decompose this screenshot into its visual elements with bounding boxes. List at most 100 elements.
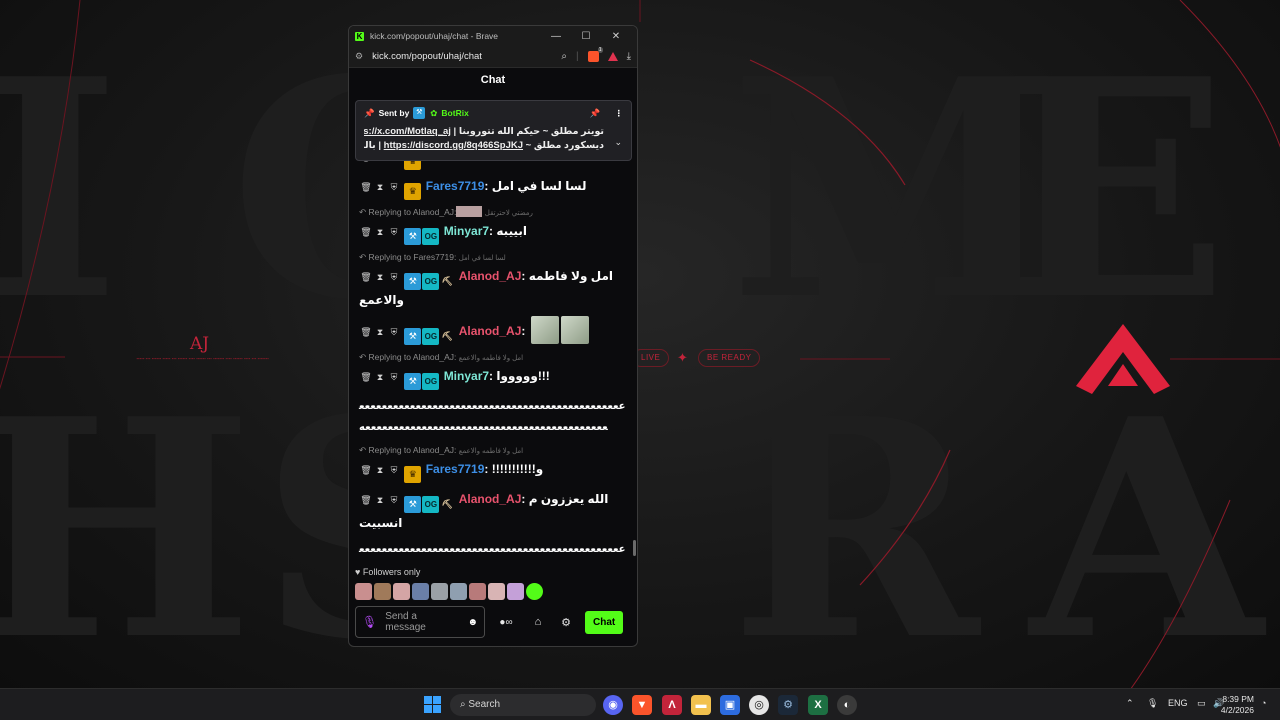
ban-icon[interactable]: ⛨: [387, 322, 401, 342]
chat-username[interactable]: Alanod_AJ: [459, 324, 522, 338]
language-indicator[interactable]: ENG: [1168, 698, 1188, 708]
reply-to-label: Replying to Alanod_AJ:: [368, 352, 457, 362]
chat-message-list[interactable]: 🗑⧗⛨ ♛ Fares7719 🗑⧗⛨ ♛ Fares7719: لسا لسا…: [349, 150, 637, 564]
timeout-icon[interactable]: ⧗: [373, 267, 387, 287]
clock[interactable]: 8:39 PM 4/2/2026: [1221, 694, 1254, 716]
chat-username[interactable]: Alanod_AJ: [459, 269, 522, 283]
ban-icon[interactable]: ⛨: [387, 490, 401, 510]
og-badge-icon: OG: [422, 273, 440, 290]
pinned-discord-link[interactable]: https://discord.gg/8q466SpJKJ: [384, 140, 523, 151]
delete-icon[interactable]: 🗑: [359, 460, 373, 480]
channel-points-icon[interactable]: ●∞: [491, 617, 521, 628]
avatar[interactable]: [355, 583, 372, 600]
send-chat-button[interactable]: Chat: [585, 610, 624, 634]
discord-icon[interactable]: ◉: [603, 695, 623, 715]
chat-username[interactable]: Minyar7: [444, 224, 489, 238]
avatar[interactable]: [526, 583, 543, 600]
avatar[interactable]: [431, 583, 448, 600]
ban-icon[interactable]: ⛨: [387, 177, 401, 197]
close-button[interactable]: ✕: [601, 31, 631, 42]
gear-icon[interactable]: ⚙: [555, 616, 577, 629]
avatar[interactable]: [469, 583, 486, 600]
reply-context[interactable]: ↶ Replying to Alanod_AJ: امل ولا فاطمه و…: [359, 351, 627, 365]
timeout-icon[interactable]: ⧗: [373, 222, 387, 242]
recent-viewers: [355, 583, 543, 600]
minimize-button[interactable]: —: [541, 31, 571, 42]
taskbar-search[interactable]: ⌕ Search: [450, 694, 596, 716]
moderator-badge-icon: ⚒: [404, 373, 422, 390]
brave-icon[interactable]: ▼: [632, 695, 652, 715]
file-explorer-icon[interactable]: ▬: [691, 695, 711, 715]
timeout-icon[interactable]: ⧗: [373, 177, 387, 197]
delete-icon[interactable]: 🗑: [359, 267, 373, 287]
chat-message: 🗑 ⧗ ⛨ ♛ Fares7719: لسا لسا في امل: [359, 176, 627, 200]
avatar[interactable]: [374, 583, 391, 600]
clock-date: 4/2/2026: [1220, 705, 1254, 715]
chat-message-text: ابييبه: [496, 224, 527, 238]
chevron-down-icon[interactable]: ⌄: [614, 137, 622, 148]
aj-small-caption: ▪▪▪▪▪ ▪▪▪ ▪▪▪▪▪▪ ▪▪▪▪▪ ▪▪▪ ▪▪▪▪▪▪ ▪▪▪▪ ▪…: [136, 356, 269, 361]
obs-icon[interactable]: ◎: [749, 695, 769, 715]
avatar[interactable]: [507, 583, 524, 600]
message-placeholder: Send a message: [385, 611, 426, 633]
emoji-icon[interactable]: ☻: [467, 617, 478, 628]
timeout-icon[interactable]: ⧗: [373, 322, 387, 342]
zoom-icon[interactable]: ⌕: [561, 51, 567, 62]
brave-rewards-icon[interactable]: [607, 52, 618, 61]
chevron-up-icon[interactable]: ⌃: [1126, 698, 1134, 709]
avatar[interactable]: [488, 583, 505, 600]
brave-shields-icon[interactable]: 1: [587, 47, 603, 62]
site-settings-icon[interactable]: ⚙: [355, 51, 363, 62]
maximize-button[interactable]: ☐: [571, 31, 601, 42]
microphone-icon[interactable]: 🎙: [362, 615, 377, 629]
chat-emote: [560, 316, 589, 344]
delete-icon[interactable]: 🗑: [359, 367, 373, 387]
avatar[interactable]: [450, 583, 467, 600]
notification-icon[interactable]: ◔: [1261, 698, 1266, 708]
download-icon[interactable]: ⤓: [627, 51, 631, 62]
message-input[interactable]: 🎙 Send a message ☻: [355, 606, 485, 638]
pinned-twitter-link[interactable]: https://x.com/Motlaq_aj: [364, 126, 451, 137]
chat-username[interactable]: Fares7719: [426, 179, 485, 193]
chat-input-bar: 🎙 Send a message ☻ ●∞ ⌂ ⚙ Chat: [355, 605, 635, 639]
ban-icon[interactable]: ⛨: [387, 222, 401, 242]
pinned-sender[interactable]: BotRix: [441, 108, 468, 118]
delete-icon[interactable]: 🗑: [359, 177, 373, 197]
chat-username[interactable]: Fares7719: [426, 462, 485, 476]
avatar[interactable]: [412, 583, 429, 600]
wallpaper-pill-be-ready: BE READY: [698, 349, 761, 367]
pinned-message[interactable]: 📌 Sent by ⚒ ✿ BotRix 📌 ⋮ تويتر مطلق ~ حي…: [355, 100, 632, 161]
chat-scrollbar[interactable]: [633, 540, 636, 556]
avatar[interactable]: [393, 583, 410, 600]
chrome-app-icon[interactable]: ◐: [837, 695, 857, 715]
apex-app-icon[interactable]: Λ: [662, 695, 682, 715]
microphone-tray-icon[interactable]: 🎙: [1147, 698, 1158, 709]
address-url[interactable]: kick.com/popout/uhaj/chat: [372, 51, 561, 62]
more-options-icon[interactable]: ⋮: [615, 108, 624, 119]
monitor-icon[interactable]: ▭: [1197, 698, 1206, 709]
timeout-icon[interactable]: ⧗: [373, 367, 387, 387]
windows-start-icon[interactable]: [424, 696, 441, 713]
steam-icon[interactable]: ⚙: [778, 695, 798, 715]
delete-icon[interactable]: 🗑: [359, 490, 373, 510]
delete-icon[interactable]: 🗑: [359, 322, 373, 342]
delete-icon[interactable]: 🗑: [359, 222, 373, 242]
tablet-app-icon[interactable]: ▣: [720, 695, 740, 715]
chat-username[interactable]: Minyar7: [444, 369, 489, 383]
chat-username[interactable]: Alanod_AJ: [459, 492, 522, 506]
chat-message-text: !!!!!!!!!!!و: [491, 462, 544, 476]
unpin-icon[interactable]: 📌: [590, 108, 601, 119]
reply-context[interactable]: ↶ Replying to Alanod_AJ: امل ولا فاطمه و…: [359, 444, 627, 458]
window-titlebar[interactable]: K kick.com/popout/uhaj/chat - Brave — ☐ …: [349, 26, 637, 46]
reply-context[interactable]: ↶ Replying to Fares7719: لسا لسا في امل: [359, 251, 627, 265]
ban-icon[interactable]: ⛨: [387, 267, 401, 287]
ban-icon[interactable]: ⛨: [387, 367, 401, 387]
moderator-badge-icon: ⚒: [404, 273, 422, 290]
timeout-icon[interactable]: ⧗: [373, 490, 387, 510]
ban-icon[interactable]: ⛨: [387, 460, 401, 480]
crown-badge-icon: ♛: [404, 466, 422, 483]
store-icon[interactable]: ⌂: [527, 616, 549, 628]
excel-icon[interactable]: X: [808, 695, 828, 715]
reply-context[interactable]: ↶ Replying to Alanod_AJ: رمضتي لاحترتقل: [359, 206, 627, 220]
timeout-icon[interactable]: ⧗: [373, 460, 387, 480]
